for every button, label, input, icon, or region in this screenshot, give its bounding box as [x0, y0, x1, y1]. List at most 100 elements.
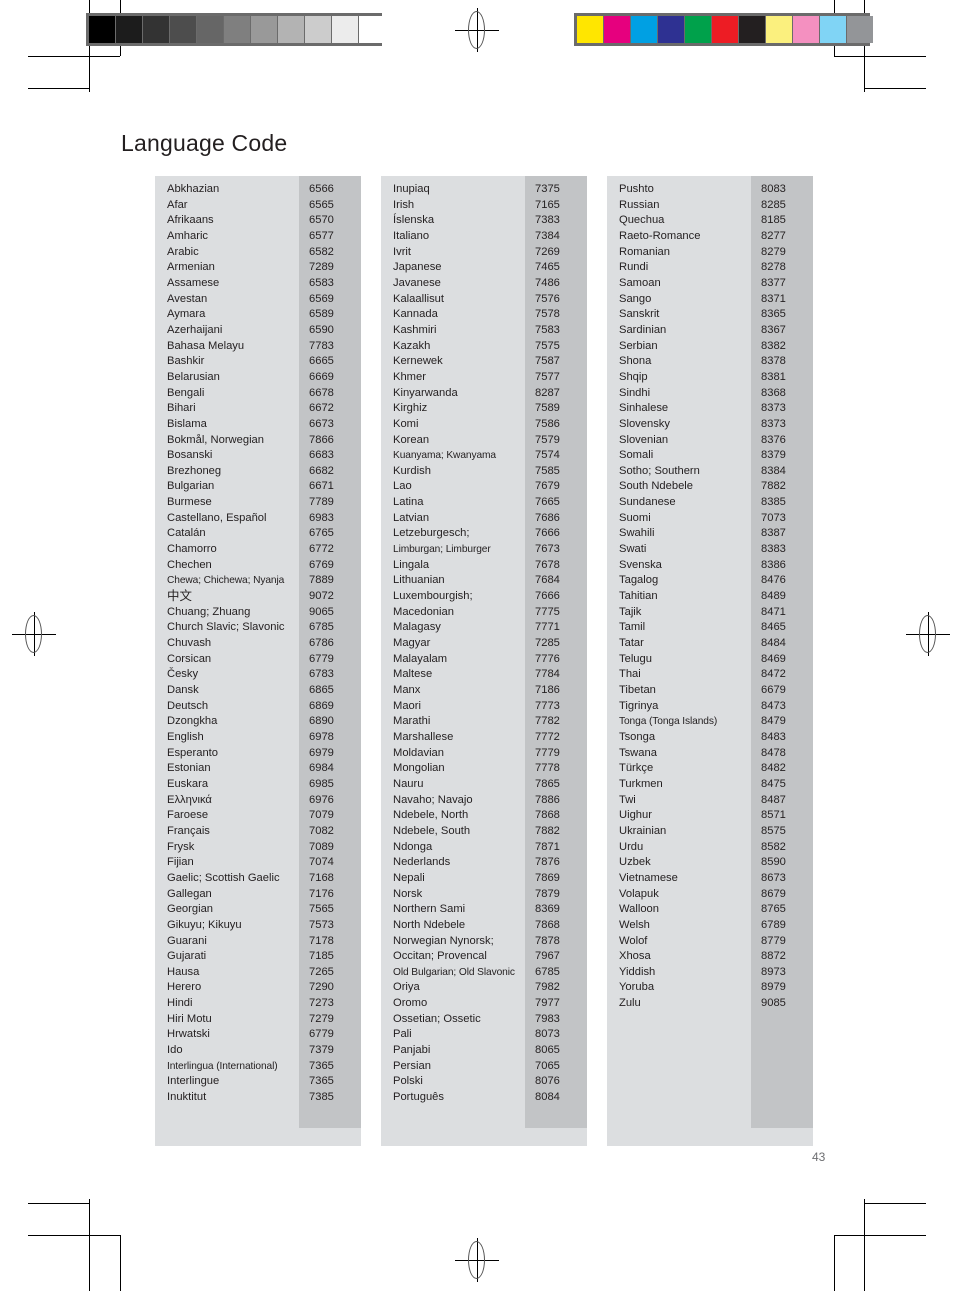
language-code: 7583 [535, 323, 560, 336]
language-code: 6976 [309, 793, 334, 806]
color-swatch [359, 16, 385, 43]
language-code: 7290 [309, 981, 334, 994]
language-column: Pushto Russian Quechua Raeto-Romance Romania… [607, 176, 813, 1146]
language-name: Ndonga [393, 840, 433, 853]
language-name: Moldavian [393, 746, 444, 759]
language-code: 8384 [761, 464, 786, 477]
crop-mark-bottom-left-horizontal [28, 1235, 120, 1236]
language-code: 7385 [309, 1091, 334, 1104]
language-name: Svenska [619, 558, 662, 571]
language-code: 6672 [309, 402, 334, 415]
language-name: Polski [393, 1075, 423, 1088]
language-code: 6589 [309, 308, 334, 321]
language-name: Welsh [619, 918, 650, 931]
language-code: 9072 [309, 590, 334, 603]
language-code: 7882 [535, 824, 560, 837]
language-code: 7486 [535, 276, 560, 289]
language-name: Hindi [167, 997, 193, 1010]
color-swatch [332, 16, 358, 43]
language-code: 8385 [761, 496, 786, 509]
language-name: Tsonga [619, 730, 656, 743]
language-name: Luxembourgish; [393, 590, 473, 603]
language-name: 中文 [167, 589, 193, 604]
language-code-cells: 8083 8285 8185 8277 8279 8278 8377 8371 8365 8367… [751, 176, 813, 1128]
language-code: 7673 [535, 543, 560, 556]
color-swatch [847, 16, 873, 43]
language-name: Hiri Motu [167, 1012, 212, 1025]
language-code: 8277 [761, 229, 786, 242]
language-name: Português [393, 1091, 444, 1104]
language-name: Íslenska [393, 214, 435, 227]
language-code: 8073 [535, 1028, 560, 1041]
language-name: Occitan; Provencal [393, 950, 487, 963]
language-code: 7882 [761, 480, 786, 493]
language-name: Thai [619, 668, 641, 681]
language-name: Wolof [619, 934, 648, 947]
language-name: Vietnamese [619, 871, 678, 884]
language-code: 7869 [535, 871, 560, 884]
language-code: 7176 [309, 887, 334, 900]
language-code: 8765 [761, 903, 786, 916]
color-swatch [712, 16, 738, 43]
language-name: Walloon [619, 903, 660, 916]
language-code: 7866 [309, 433, 334, 446]
language-code: 7165 [535, 198, 560, 211]
language-code: 7783 [309, 339, 334, 352]
color-swatch [305, 16, 331, 43]
language-code: 6783 [309, 668, 334, 681]
color-swatch [577, 16, 603, 43]
language-name: Gaelic; Scottish Gaelic [167, 871, 280, 884]
language-code: 6765 [309, 527, 334, 540]
registration-ellipse [919, 615, 936, 653]
language-code: 7977 [535, 997, 560, 1010]
language-code: 7079 [309, 809, 334, 822]
language-code: 6779 [309, 1028, 334, 1041]
language-name: Kirghiz [393, 402, 428, 415]
language-code: 7678 [535, 558, 560, 571]
registration-target-top [455, 8, 499, 52]
language-code: 8472 [761, 668, 786, 681]
language-name: Bosanski [167, 449, 213, 462]
language-name: Letzeburgesch; [393, 527, 470, 540]
language-name: Tajik [619, 605, 642, 618]
language-code: 7586 [535, 417, 560, 430]
language-name: Ivrit [393, 245, 412, 258]
language-code: 7982 [535, 981, 560, 994]
language-code: 8376 [761, 433, 786, 446]
color-swatch [224, 16, 250, 43]
language-code: 8475 [761, 777, 786, 790]
language-code: 7269 [535, 245, 560, 258]
language-code: 8373 [761, 402, 786, 415]
language-code-cells: 7375 7165 7383 7384 7269 7465 7486 7576 7578 7583… [525, 176, 587, 1128]
page-number: 43 [812, 1150, 826, 1164]
language-code: 6583 [309, 276, 334, 289]
crop-mark-bottom-right-inner-vertical [834, 1235, 835, 1291]
language-name-cells: Inupiaq Irish Íslenska Italiano Ivrit Japanes… [381, 176, 525, 1128]
language-name: Sanskrit [619, 308, 660, 321]
color-swatch [89, 16, 115, 43]
language-code: 6769 [309, 558, 334, 571]
language-code: 6570 [309, 214, 334, 227]
language-code: 8387 [761, 527, 786, 540]
language-name: Bahasa Melayu [167, 339, 245, 352]
language-name: Gallegan [167, 887, 212, 900]
language-code: 8377 [761, 276, 786, 289]
language-name: Bokmål, Norwegian [167, 433, 265, 446]
language-name: Catalán [167, 527, 206, 540]
language-name: Inupiaq [393, 183, 430, 195]
process-color-bar [574, 13, 873, 46]
language-name: Maltese [393, 668, 433, 681]
language-code: 8679 [761, 887, 786, 900]
language-name: Korean [393, 433, 430, 446]
language-name: Oriya [393, 981, 420, 994]
language-name: Mongolian [393, 762, 445, 775]
language-name: Yoruba [619, 981, 655, 994]
language-name: Kannada [393, 308, 438, 321]
language-code: 7289 [309, 261, 334, 274]
language-name: Chamorro [167, 543, 217, 556]
color-swatch [685, 16, 711, 43]
language-name: Ossetian; Ossetic [393, 1012, 481, 1025]
language-code: 6669 [309, 370, 334, 383]
language-name: Ido [167, 1044, 183, 1057]
language-code: 8469 [761, 652, 786, 665]
